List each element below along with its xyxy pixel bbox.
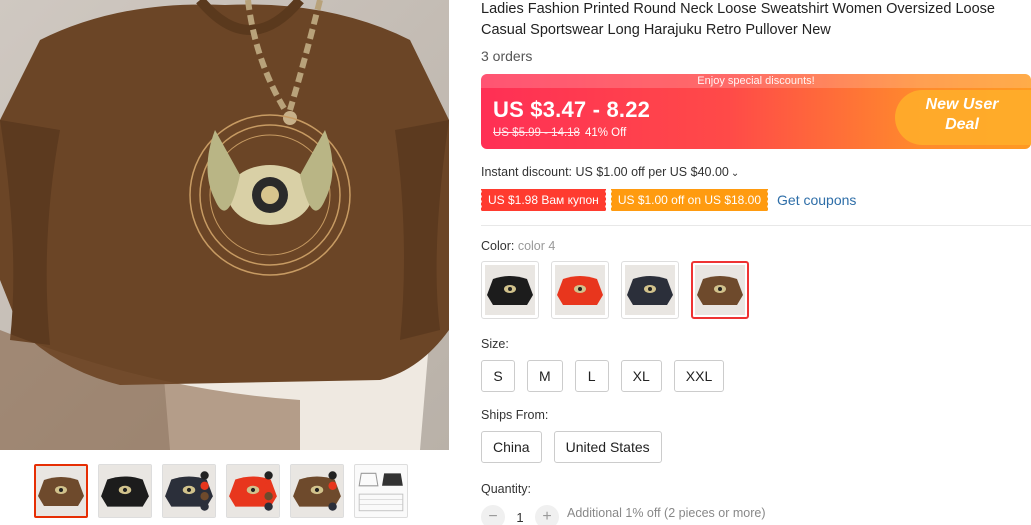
size-option-m[interactable]: M — [527, 360, 563, 392]
color-swatch-red[interactable] — [551, 261, 609, 319]
thumbnail-red-multi[interactable] — [226, 464, 280, 518]
ships-from-china[interactable]: China — [481, 431, 542, 463]
sweatshirt-image — [625, 265, 675, 315]
enjoy-discounts-text: Enjoy special discounts! — [481, 74, 1031, 88]
color-swatches — [481, 261, 1029, 319]
sweatshirt-image — [695, 265, 745, 315]
get-coupons-link[interactable]: Get coupons — [777, 192, 856, 208]
sweatshirt-image — [227, 465, 279, 517]
selected-color: color 4 — [517, 239, 556, 253]
thumbnail-size-chart[interactable] — [354, 464, 408, 518]
ships-from-options: China United States — [481, 431, 1029, 463]
original-price-row: US $5.99 - 14.18 41% Off — [493, 127, 626, 139]
bulk-discount-note: Additional 1% off (2 pieces or more) — [567, 506, 766, 520]
sweatshirt-image — [555, 265, 605, 315]
price-range: US $3.47 - 8.22 — [493, 97, 651, 122]
product-info: Ladies Fashion Printed Round Neck Loose … — [480, 0, 1031, 525]
divider — [481, 225, 1031, 226]
increase-quantity-button[interactable]: + — [535, 505, 559, 525]
discount-percent: 41% Off — [584, 127, 627, 139]
sweatshirt-image — [485, 265, 535, 315]
size-option-xl[interactable]: XL — [620, 360, 662, 392]
instant-discount[interactable]: Instant discount: US $1.00 off per US $4… — [481, 165, 1029, 181]
thumbnail-brown-multi[interactable] — [290, 464, 344, 518]
main-product-image[interactable] — [0, 0, 449, 450]
color-label-text: Color: — [481, 239, 515, 253]
sweatshirt-image — [291, 465, 343, 517]
size-option-s[interactable]: S — [481, 360, 515, 392]
quantity-label: Quantity: — [481, 482, 532, 496]
order-count: 3 orders — [481, 48, 533, 64]
product-title: Ladies Fashion Printed Round Neck Loose … — [481, 1, 995, 38]
size-options: S M L XL XXL — [481, 360, 1029, 392]
size-option-l[interactable]: L — [574, 360, 609, 392]
coupon-row: US $1.98 Вам купон US $1.00 off on US $1… — [480, 189, 1029, 211]
size-label: Size: — [481, 337, 509, 351]
sweatshirt-image — [99, 465, 151, 517]
new-user-deal-text: New User Deal — [925, 96, 999, 133]
decrease-quantity-button[interactable]: − — [481, 505, 505, 525]
color-swatch-navy[interactable] — [621, 261, 679, 319]
thumbnail-black[interactable] — [98, 464, 152, 518]
chevron-down-icon: ⌄ — [730, 168, 740, 179]
color-swatch-black[interactable] — [481, 261, 539, 319]
color-swatch-brown[interactable] — [691, 261, 749, 319]
sweatshirt-image — [163, 465, 215, 517]
coupon-badge[interactable]: US $1.00 off on US $18.00 — [609, 189, 769, 211]
quantity-input[interactable]: 1 — [505, 510, 535, 525]
size-chart-image — [355, 465, 407, 517]
thumbnail-navy-multi[interactable] — [162, 464, 216, 518]
new-user-deal-badge[interactable]: New User Deal — [891, 90, 1031, 145]
ships-from-label: Ships From: — [481, 408, 549, 422]
quantity-stepper: − 1 + Additional 1% off (2 pieces or mor… — [481, 505, 1029, 525]
price-banner: Enjoy special discounts! US $3.47 - 8.22… — [481, 74, 1031, 149]
color-label: Color: color 4 — [481, 239, 1029, 253]
sweatshirt-image — [36, 466, 86, 516]
size-option-xxl[interactable]: XXL — [673, 360, 725, 392]
instant-discount-text: Instant discount: US $1.00 off per US $4… — [481, 165, 729, 179]
ships-from-united-states[interactable]: United States — [553, 431, 662, 463]
original-price: US $5.99 - 14.18 — [493, 127, 580, 139]
thumbnail-strip — [34, 464, 408, 518]
thumbnail-brown[interactable] — [34, 464, 88, 518]
coupon-badge[interactable]: US $1.98 Вам купон — [480, 189, 606, 211]
sweatshirt-illustration — [0, 0, 449, 450]
